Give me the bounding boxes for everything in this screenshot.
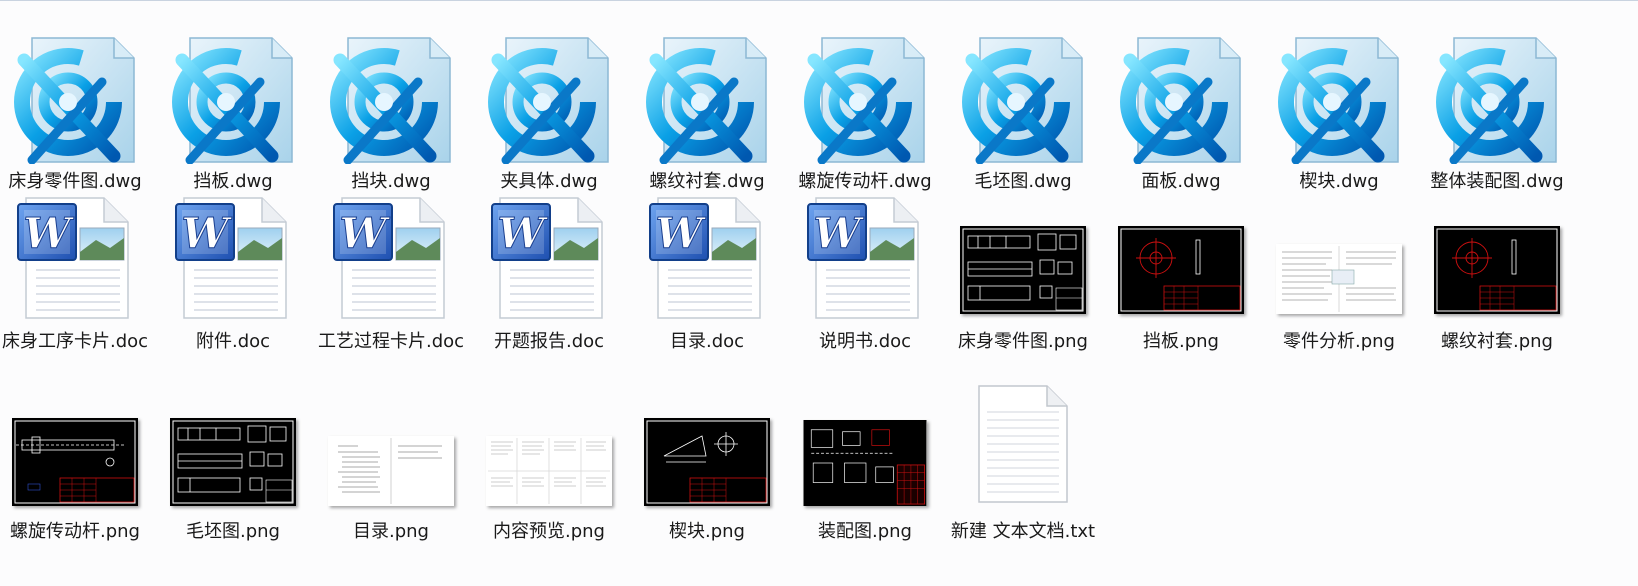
window-top-border — [0, 0, 1638, 1]
file-item-0-7[interactable]: 面板.dwg — [1106, 14, 1256, 194]
file-item-1-2[interactable]: 工艺过程卡片.doc — [316, 184, 466, 374]
file-name-label: 内容预览.png — [493, 521, 605, 542]
file-item-2-2[interactable]: 目录.png — [316, 376, 466, 546]
dwg-file-icon — [1422, 14, 1572, 164]
file-name-label: 毛坯图.png — [186, 521, 280, 542]
dwg-file-icon — [1106, 14, 1256, 164]
file-name-label: 挡板.png — [1143, 331, 1219, 352]
cad-drawing-thumbnail — [158, 416, 308, 506]
file-item-0-8[interactable]: 楔块.dwg — [1264, 14, 1414, 194]
file-item-1-4[interactable]: 目录.doc — [632, 184, 782, 374]
dwg-file-icon — [948, 14, 1098, 164]
dwg-file-icon — [474, 14, 624, 164]
cad-drawing-thumbnail — [948, 224, 1098, 314]
dwg-file-icon — [0, 14, 150, 164]
file-item-1-1[interactable]: 附件.doc — [158, 184, 308, 374]
document-page-thumbnail — [474, 434, 624, 506]
file-name-label: 目录.doc — [669, 331, 745, 352]
file-item-2-6[interactable]: 新建 文本文档.txt — [948, 376, 1098, 546]
file-name-label: 装配图.png — [818, 521, 912, 542]
dwg-file-icon — [316, 14, 466, 164]
word-doc-icon — [316, 190, 466, 320]
file-name-label: 床身工序卡片.doc — [1, 331, 149, 352]
cad-drawing-thumbnail — [1422, 224, 1572, 314]
word-doc-icon — [474, 190, 624, 320]
cad-drawing-thumbnail — [0, 416, 150, 506]
file-name-label: 楔块.png — [669, 521, 745, 542]
file-item-0-1[interactable]: 挡板.dwg — [158, 14, 308, 194]
file-name-label: 开题报告.doc — [493, 331, 605, 352]
file-item-0-3[interactable]: 夹具体.dwg — [474, 14, 624, 194]
dwg-file-icon — [790, 14, 940, 164]
file-name-label: 零件分析.png — [1283, 331, 1395, 352]
cad-drawing-thumbnail — [1106, 224, 1256, 314]
file-item-0-5[interactable]: 螺旋传动杆.dwg — [790, 14, 940, 194]
file-name-label: 附件.doc — [195, 331, 271, 352]
file-item-1-7[interactable]: 挡板.png — [1106, 184, 1256, 374]
file-name-label: 螺纹衬套.png — [1441, 331, 1553, 352]
word-doc-icon — [632, 190, 782, 320]
file-item-0-6[interactable]: 毛坯图.dwg — [948, 14, 1098, 194]
file-name-label: 目录.png — [353, 521, 429, 542]
file-item-0-0[interactable]: 床身零件图.dwg — [0, 14, 150, 194]
file-name-label: 说明书.doc — [818, 331, 912, 352]
file-name-label: 新建 文本文档.txt — [950, 521, 1096, 542]
file-item-2-0[interactable]: 螺旋传动杆.png — [0, 376, 150, 546]
text-file-icon — [948, 380, 1098, 506]
file-item-0-4[interactable]: 螺纹衬套.dwg — [632, 14, 782, 194]
file-item-1-0[interactable]: 床身工序卡片.doc — [0, 184, 150, 374]
dwg-file-icon — [1264, 14, 1414, 164]
file-item-1-5[interactable]: 说明书.doc — [790, 184, 940, 374]
file-item-0-2[interactable]: 挡块.dwg — [316, 14, 466, 194]
cad-drawing-thumbnail — [632, 416, 782, 506]
document-page-thumbnail — [316, 434, 466, 506]
file-item-2-3[interactable]: 内容预览.png — [474, 376, 624, 546]
document-page-thumbnail — [1264, 242, 1414, 314]
file-item-2-4[interactable]: 楔块.png — [632, 376, 782, 546]
word-doc-icon — [790, 190, 940, 320]
file-item-2-5[interactable]: 装配图.png — [790, 376, 940, 546]
file-item-1-3[interactable]: 开题报告.doc — [474, 184, 624, 374]
dwg-file-icon — [158, 14, 308, 164]
word-doc-icon — [158, 190, 308, 320]
file-item-1-8[interactable]: 零件分析.png — [1264, 184, 1414, 374]
file-name-label: 床身零件图.png — [958, 331, 1088, 352]
dwg-file-icon — [632, 14, 782, 164]
word-doc-icon — [0, 190, 150, 320]
file-name-label: 工艺过程卡片.doc — [317, 331, 465, 352]
file-name-label: 螺旋传动杆.png — [10, 521, 140, 542]
file-item-0-9[interactable]: 整体装配图.dwg — [1422, 14, 1572, 194]
file-item-1-6[interactable]: 床身零件图.png — [948, 184, 1098, 374]
file-item-1-9[interactable]: 螺纹衬套.png — [1422, 184, 1572, 374]
file-item-2-1[interactable]: 毛坯图.png — [158, 376, 308, 546]
cad-drawing-thumbnail — [790, 418, 940, 506]
